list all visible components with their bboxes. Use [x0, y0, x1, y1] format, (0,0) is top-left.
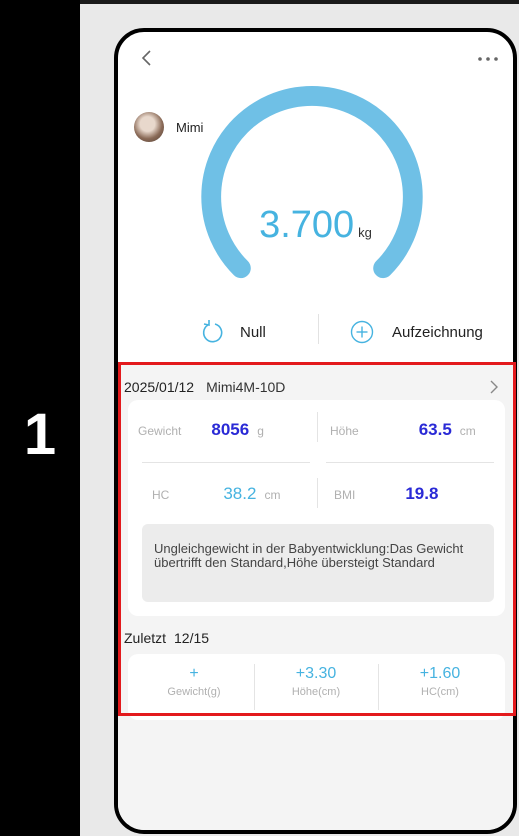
- step-sidebar: 1: [0, 0, 80, 836]
- weight-unit: kg: [358, 225, 372, 240]
- more-icon[interactable]: [477, 56, 499, 62]
- weight-gauge: [201, 86, 423, 279]
- action-divider: [318, 314, 319, 344]
- step-number: 1: [23, 402, 57, 467]
- refresh-icon: [202, 320, 223, 343]
- weight-display: 3.700 kg: [118, 204, 513, 247]
- add-circle-icon: [350, 320, 374, 344]
- avatar[interactable]: [134, 112, 164, 142]
- zero-label: Null: [240, 323, 266, 341]
- highlight-box: [118, 362, 516, 716]
- weight-value: 3.700: [259, 204, 355, 246]
- zero-button[interactable]: Null: [202, 318, 266, 346]
- record-label: Aufzeichnung: [392, 323, 483, 341]
- back-icon[interactable]: [140, 48, 154, 68]
- top-border: [80, 0, 519, 4]
- record-button[interactable]: Aufzeichnung: [350, 318, 483, 346]
